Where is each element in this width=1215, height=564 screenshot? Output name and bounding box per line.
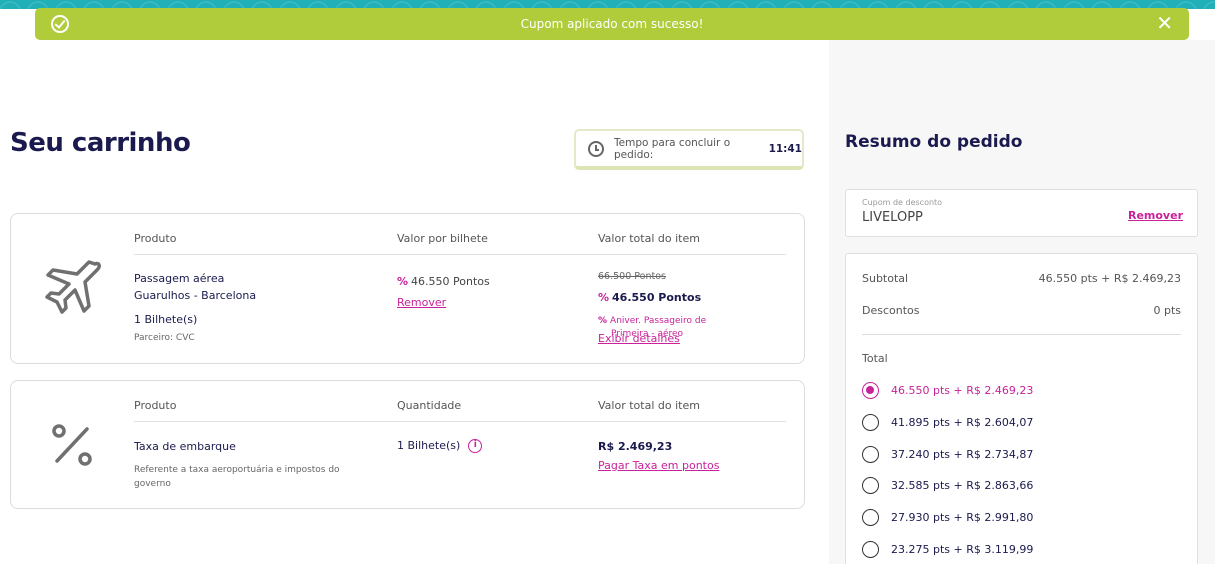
page-title: Seu carrinho [10,128,191,158]
percent-icon [52,424,92,466]
radio[interactable] [862,509,879,526]
coupon-field: Cupom de desconto LIVELOPP Remover [845,189,1198,237]
remove-item-link[interactable]: Remover [397,296,446,309]
product-description-2: governo [134,479,171,489]
info-icon[interactable]: i [468,439,483,453]
old-total: 66.500 Pontos [598,271,666,282]
pay-tax-with-points-link[interactable]: Pagar Taxa em pontos [598,459,719,472]
product-name: Passagem aérea [134,272,225,285]
order-timer: Tempo para concluir o pedido: 11:41 [574,129,804,170]
total-label: Total [862,352,888,365]
timer-label: Tempo para concluir o pedido: [614,136,731,161]
summary-title: Resumo do pedido [845,132,1023,152]
totals-box: Subtotal 46.550 pts + R$ 2.469,23 Descon… [845,253,1198,564]
close-icon[interactable]: ✕ [1156,12,1173,34]
clock-icon [588,140,604,157]
coupon-value: LIVELOPP [862,210,923,225]
promo-label: % Aniver. Passageiro de [598,316,707,326]
points-icon: % [397,275,409,288]
column-header-total: Valor total do item [598,399,700,412]
radio[interactable] [862,414,879,431]
column-header-unit-value: Valor por bilhete [397,232,488,245]
totals-divider [862,334,1181,335]
payment-option-2[interactable]: 41.895 pts + R$ 2.604,07 [862,414,1033,431]
subtotal-label: Subtotal [862,272,909,285]
airplane-icon [45,260,101,314]
discount-label: Descontos [862,304,920,317]
column-header-product: Produto [134,399,177,412]
radio[interactable] [862,446,879,463]
payment-option-1[interactable]: 46.550 pts + R$ 2.469,23 [862,382,1033,399]
coupon-label: Cupom de desconto [862,198,943,207]
cart-item-boarding-tax: Produto Quantidade Valor total do item T… [10,380,805,509]
item-total: R$ 2.469,23 [598,440,673,453]
unit-value: % 46.550 Pontos [397,275,490,288]
cart-item-flight: Produto Valor por bilhete Valor total do… [10,213,805,364]
header-divider [134,254,786,255]
payment-option-6[interactable]: 23.275 pts + R$ 3.119,99 [862,541,1033,558]
discount-value: 0 pts [1153,304,1181,317]
header-divider [134,421,786,422]
radio-selected[interactable] [862,382,879,399]
item-total: % 46.550 Pontos [598,291,702,304]
partner-label: Parceiro: CVC [134,333,195,343]
product-name: Taxa de embarque [134,440,236,453]
product-description: Referente a taxa aeroportuária e imposto… [134,465,340,475]
quantity: 1 Bilhete(s) i [397,439,483,453]
column-header-quantity: Quantidade [397,399,462,412]
radio[interactable] [862,477,879,494]
ticket-count: 1 Bilhete(s) [134,313,198,326]
radio[interactable] [862,541,879,558]
payment-option-4[interactable]: 32.585 pts + R$ 2.863,66 [862,477,1033,494]
timer-value: 11:41 [768,142,802,155]
show-details-link[interactable]: Exibir detalhes [598,332,680,345]
points-icon: % [598,316,608,326]
toast-message: Cupom aplicado com sucesso! [520,17,704,31]
column-header-product: Produto [134,232,177,245]
payment-option-5[interactable]: 27.930 pts + R$ 2.991,80 [862,509,1033,526]
payment-option-3[interactable]: 37.240 pts + R$ 2.734,87 [862,446,1033,463]
column-header-total: Valor total do item [598,232,700,245]
success-toast: Cupom aplicado com sucesso! ✕ [35,8,1189,40]
check-circle-icon [51,15,69,33]
points-icon: % [598,291,610,304]
product-route: Guarulhos - Barcelona [134,289,257,302]
subtotal-value: 46.550 pts + R$ 2.469,23 [1038,272,1181,285]
remove-coupon-link[interactable]: Remover [1128,209,1183,222]
